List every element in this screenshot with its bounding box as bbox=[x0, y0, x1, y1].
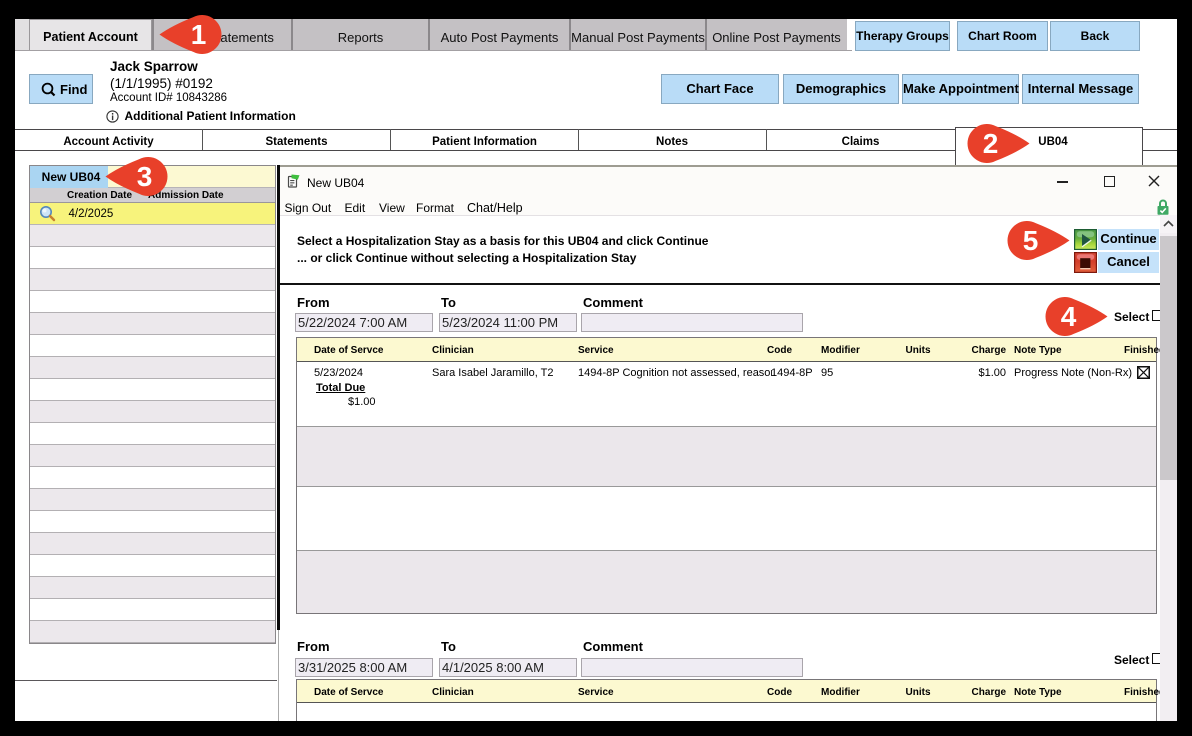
svg-text:5: 5 bbox=[1023, 225, 1039, 256]
svg-text:1: 1 bbox=[191, 19, 207, 50]
svg-text:2: 2 bbox=[983, 128, 999, 159]
svg-text:4: 4 bbox=[1061, 301, 1077, 332]
svg-text:3: 3 bbox=[137, 161, 153, 192]
